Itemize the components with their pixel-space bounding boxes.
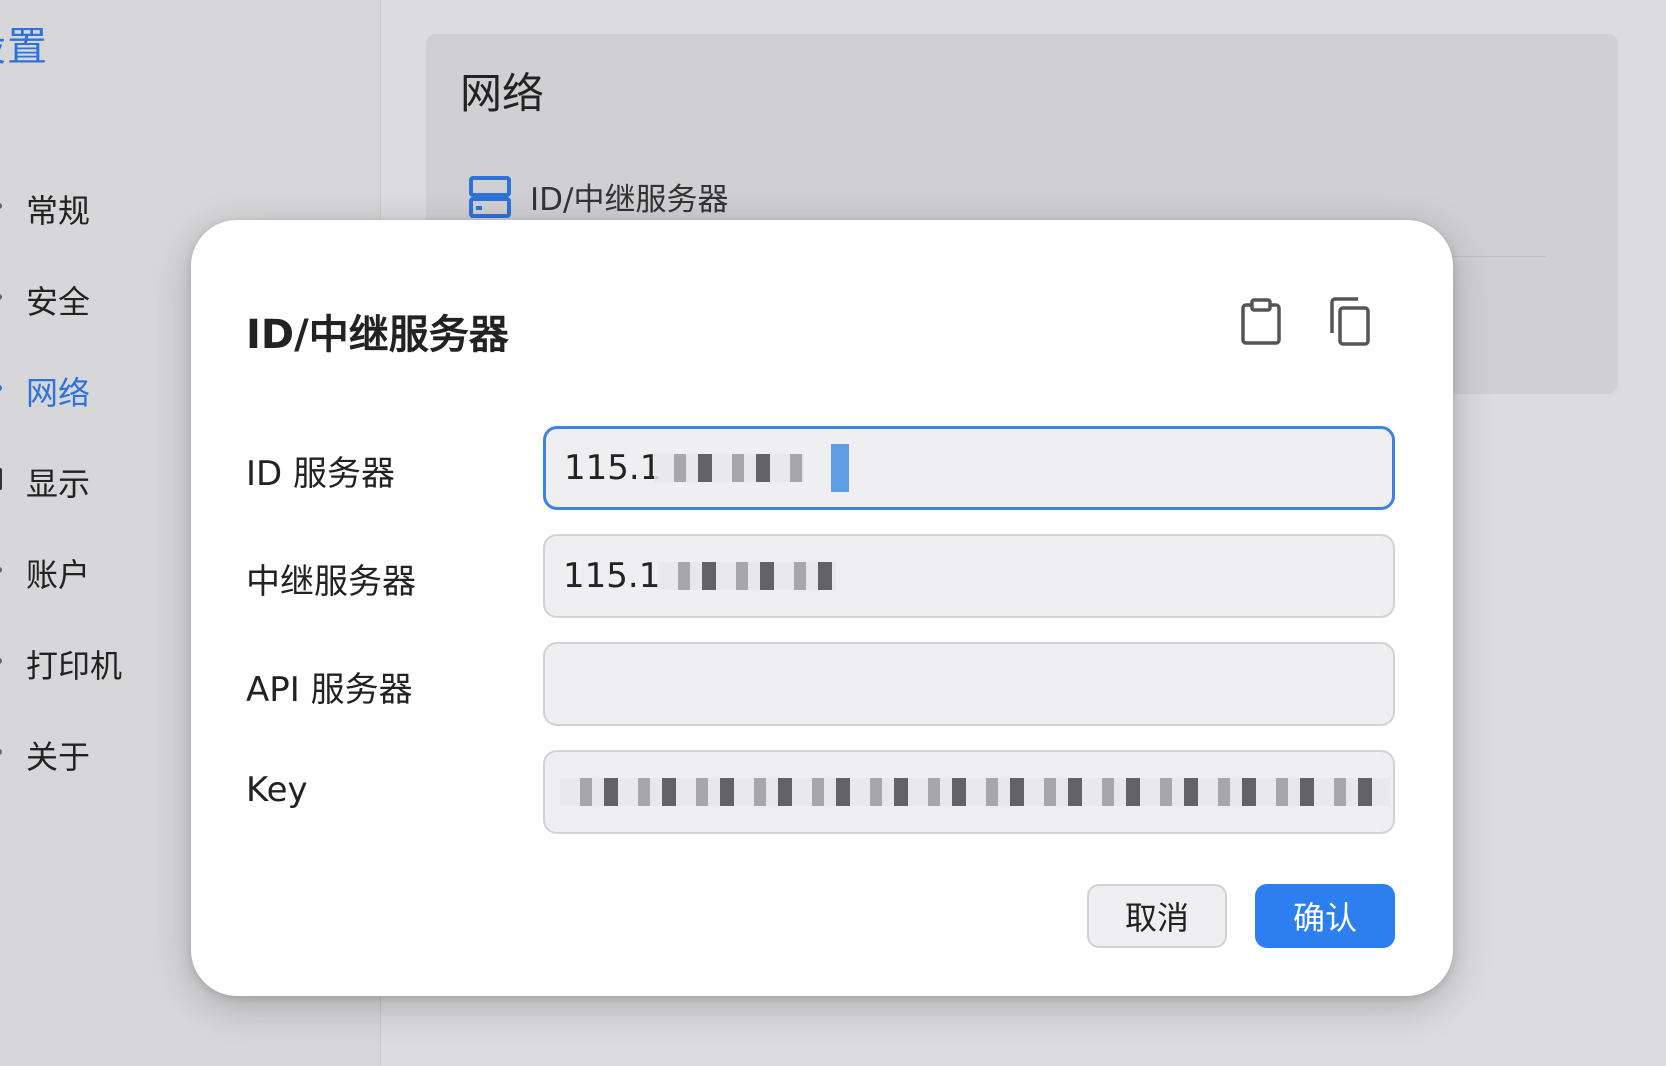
- sidebar-item-label: 打印机: [26, 647, 123, 685]
- key-label: Key: [246, 770, 308, 810]
- copy-button[interactable]: [1322, 292, 1378, 352]
- id-server-row: ID 服务器: [246, 426, 1406, 516]
- sidebar-item-label: 显示: [26, 465, 91, 503]
- relay-server-row: 中继服务器: [246, 534, 1406, 624]
- bullet-icon: [0, 385, 2, 391]
- sidebar-title: 设置: [0, 24, 48, 70]
- sidebar-item-label: 网络: [26, 374, 91, 412]
- bullet-icon: [0, 294, 2, 300]
- bullet-icon: [0, 658, 2, 664]
- id-relay-server-item[interactable]: ID/中继服务器: [468, 174, 728, 219]
- server-dialog: ID/中继服务器 ID 服务器 中继服务器 API 服务器 Key 取消 确认: [191, 220, 1453, 996]
- sidebar-item-label: 常规: [26, 192, 91, 230]
- sidebar-item-label: 安全: [26, 283, 91, 321]
- dialog-title: ID/中继服务器: [246, 312, 509, 358]
- copy-icon: [1330, 297, 1370, 346]
- clipboard-icon: [1241, 298, 1281, 345]
- api-server-row: API 服务器: [246, 642, 1406, 732]
- redacted-text: [654, 454, 804, 482]
- api-server-input[interactable]: [543, 642, 1395, 726]
- bullet-icon: [0, 203, 2, 209]
- server-item-label: ID/中继服务器: [530, 182, 729, 218]
- key-row: Key: [246, 750, 1406, 840]
- section-title: 网络: [460, 69, 545, 118]
- paste-button[interactable]: [1233, 292, 1289, 352]
- relay-server-label: 中继服务器: [246, 562, 416, 602]
- cancel-button[interactable]: 取消: [1087, 884, 1227, 948]
- bullet-icon: [0, 749, 2, 755]
- sidebar-item-label: 账户: [26, 556, 91, 594]
- confirm-button[interactable]: 确认: [1255, 884, 1395, 948]
- server-icon: [469, 175, 511, 218]
- bullet-icon: [0, 567, 2, 573]
- api-server-label: API 服务器: [246, 670, 413, 710]
- redacted-text: [658, 562, 836, 590]
- text-cursor: [831, 444, 849, 492]
- display-icon: [0, 468, 2, 490]
- sidebar-item-label: 关于: [26, 738, 91, 776]
- id-server-label: ID 服务器: [246, 454, 396, 494]
- redacted-text: [560, 778, 1390, 806]
